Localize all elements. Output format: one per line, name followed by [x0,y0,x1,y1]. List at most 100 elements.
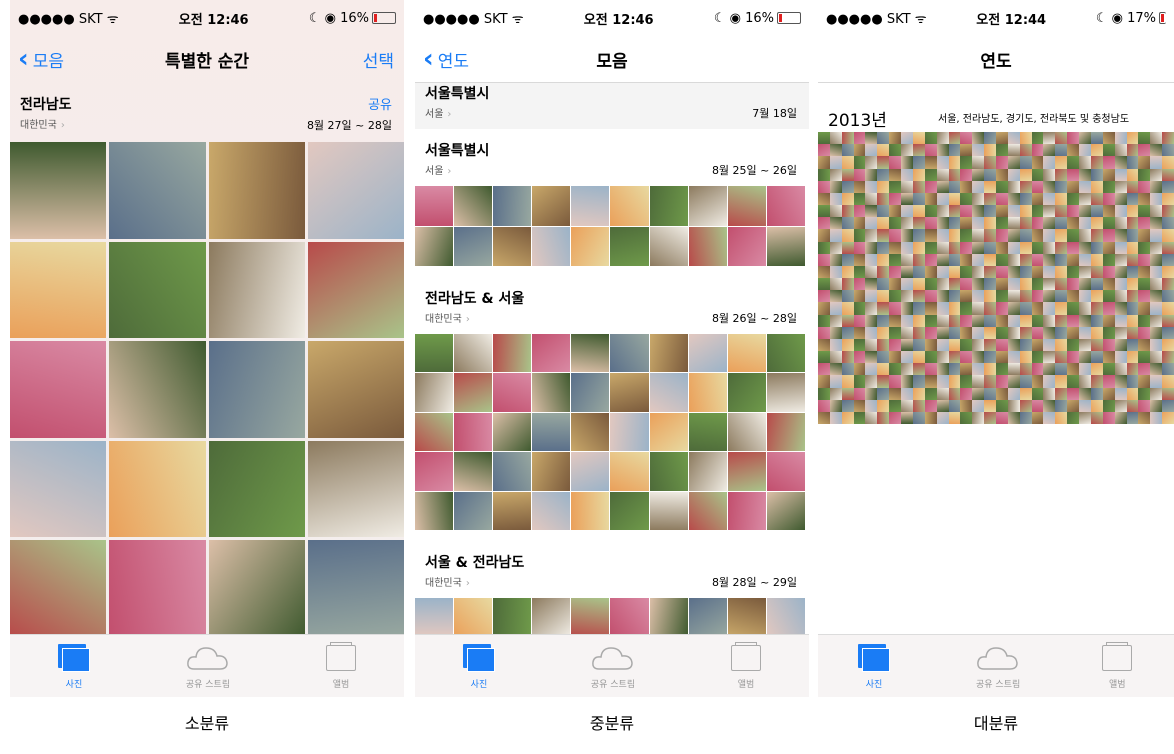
section-location[interactable]: 서울특별시 [425,140,489,160]
mosaic-tile[interactable] [865,144,878,157]
mosaic-tile[interactable] [901,253,913,266]
mosaic-tile[interactable] [1114,217,1127,230]
mosaic-tile[interactable] [924,132,937,145]
back-button[interactable]: ‹ 연도 [423,46,469,72]
mosaic-tile[interactable] [948,156,961,169]
mosaic-tile[interactable] [936,302,949,315]
mosaic-tile[interactable] [841,338,854,351]
photo-thumbnail[interactable] [307,241,404,339]
mosaic-tile[interactable] [1126,241,1139,254]
mosaic-tile[interactable] [1138,363,1151,376]
mosaic-tile[interactable] [1114,180,1127,193]
mosaic-tile[interactable] [972,132,985,145]
mosaic-tile[interactable] [1150,375,1163,388]
mosaic-tile[interactable] [936,156,949,169]
mosaic-tile[interactable] [1007,229,1020,242]
photo-thumbnail[interactable] [415,226,454,266]
mosaic-tile[interactable] [1007,338,1020,351]
mosaic-tile[interactable] [1126,326,1139,339]
tab-photos[interactable]: 사진 [858,642,890,690]
mosaic-tile[interactable] [1019,387,1032,400]
mosaic-tile[interactable] [889,156,902,169]
mosaic-tile[interactable] [1162,302,1174,315]
mosaic-tile[interactable] [1019,253,1032,266]
mosaic-tile[interactable] [1019,156,1032,169]
mosaic-tile[interactable] [1055,132,1068,145]
photo-thumbnail[interactable] [208,540,305,637]
mosaic-tile[interactable] [1079,265,1091,278]
mosaic-tile[interactable] [1126,144,1139,157]
mosaic-tile[interactable] [818,253,830,266]
mosaic-tile[interactable] [1090,278,1103,291]
mosaic-tile[interactable] [1150,168,1163,181]
section-sublocation[interactable]: 서울 › [425,162,451,177]
mosaic-tile[interactable] [829,217,842,230]
mosaic-tile[interactable] [912,278,925,291]
mosaic-tile[interactable] [1079,290,1091,303]
section-location[interactable]: 서울특별시 [425,83,489,103]
mosaic-tile[interactable] [1162,290,1174,303]
mosaic-tile[interactable] [948,217,961,230]
mosaic-tile[interactable] [1114,132,1127,145]
mosaic-tile[interactable] [901,302,913,315]
photo-thumbnail[interactable] [415,373,454,412]
mosaic-tile[interactable] [877,265,890,278]
photo-thumbnail[interactable] [571,186,610,226]
photo-thumbnail[interactable] [532,373,571,412]
mosaic-tile[interactable] [889,399,902,412]
mosaic-tile[interactable] [984,387,996,400]
mosaic-tile[interactable] [1090,241,1103,254]
photo-thumbnail[interactable] [454,186,493,226]
mosaic-tile[interactable] [1079,411,1091,424]
mosaic-tile[interactable] [996,180,1008,193]
photo-thumbnail[interactable] [109,241,206,339]
section-location[interactable]: 전라남도 & 서울 [425,288,524,308]
mosaic-tile[interactable] [818,168,830,181]
mosaic-tile[interactable] [901,411,913,424]
mosaic-tile[interactable] [1019,144,1032,157]
mosaic-tile[interactable] [865,278,878,291]
mosaic-tile[interactable] [829,253,842,266]
mosaic-tile[interactable] [841,399,854,412]
mosaic-tile[interactable] [1150,192,1163,205]
mosaic-tile[interactable] [984,144,996,157]
photo-thumbnail[interactable] [649,598,688,636]
section-location[interactable]: 서울 & 전라남도 [425,552,524,572]
photo-thumbnail[interactable] [454,226,493,266]
mosaic-tile[interactable] [853,192,866,205]
mosaic-tile[interactable] [829,265,842,278]
mosaic-tile[interactable] [984,229,996,242]
mosaic-tile[interactable] [1090,144,1103,157]
mosaic-tile[interactable] [1019,411,1032,424]
mosaic-tile[interactable] [1138,144,1151,157]
mosaic-tile[interactable] [912,375,925,388]
mosaic-tile[interactable] [1079,302,1091,315]
mosaic-tile[interactable] [1067,168,1080,181]
section-sublocation[interactable]: 대한민국 › [425,310,470,325]
mosaic-tile[interactable] [901,399,913,412]
mosaic-tile[interactable] [924,180,937,193]
mosaic-tile[interactable] [877,278,890,291]
mosaic-tile[interactable] [996,387,1008,400]
share-button[interactable]: 공유 [368,94,392,113]
mosaic-tile[interactable] [865,156,878,169]
mosaic-tile[interactable] [1162,144,1174,157]
mosaic-tile[interactable] [841,168,854,181]
mosaic-tile[interactable] [1102,399,1115,412]
mosaic-tile[interactable] [1043,168,1056,181]
mosaic-tile[interactable] [1162,205,1174,218]
mosaic-tile[interactable] [912,144,925,157]
mosaic-tile[interactable] [1114,302,1127,315]
mosaic-tile[interactable] [972,278,985,291]
mosaic-tile[interactable] [996,132,1008,145]
mosaic-tile[interactable] [1031,156,1044,169]
mosaic-tile[interactable] [1067,205,1080,218]
photo-thumbnail[interactable] [649,491,688,530]
mosaic-tile[interactable] [972,156,985,169]
mosaic-tile[interactable] [1019,205,1032,218]
mosaic-tile[interactable] [841,253,854,266]
mosaic-tile[interactable] [1019,399,1032,412]
mosaic-tile[interactable] [1019,351,1032,364]
mosaic-tile[interactable] [960,192,973,205]
photo-thumbnail[interactable] [208,341,305,438]
